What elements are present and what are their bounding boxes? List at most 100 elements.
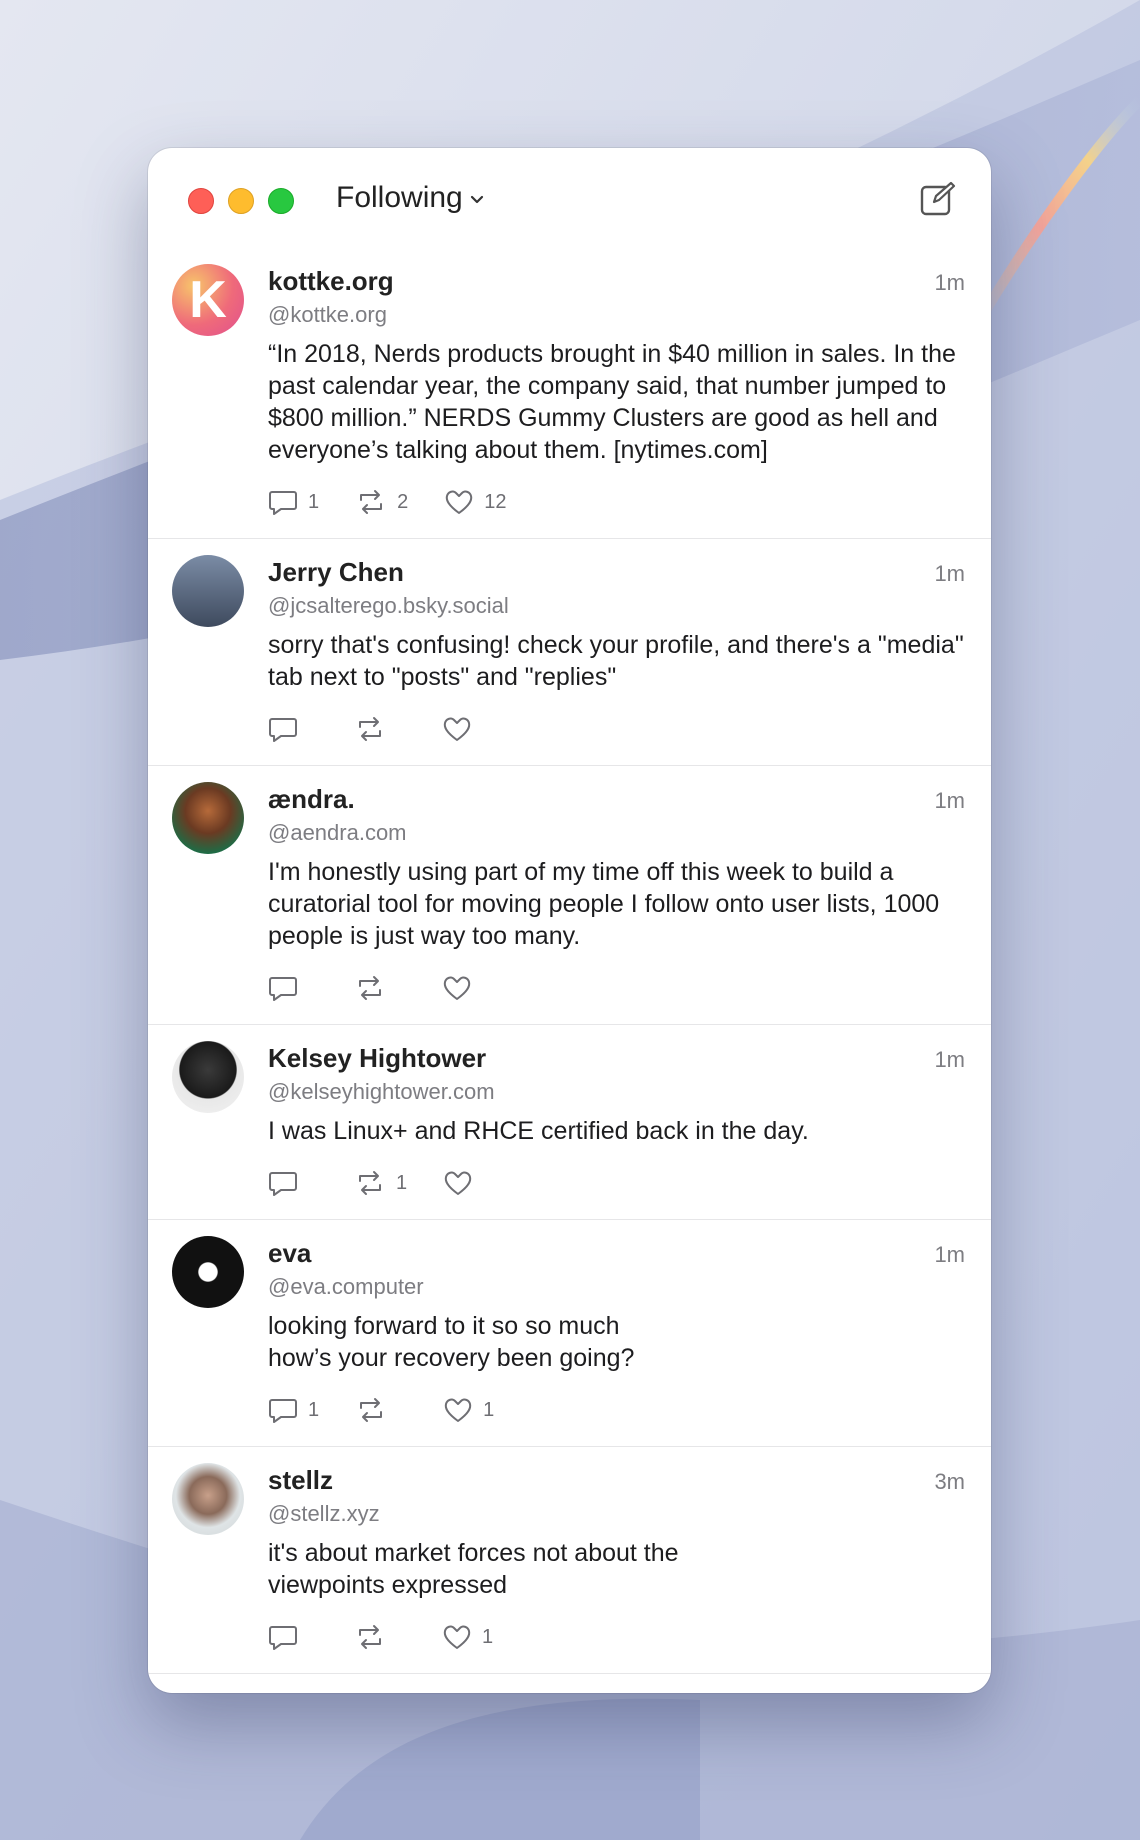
heart-icon — [443, 1625, 471, 1649]
author-handle[interactable]: @aendra.com — [268, 816, 965, 850]
repost-icon — [360, 490, 383, 514]
repost-icon — [360, 1398, 383, 1422]
feed-selector-label: Following — [336, 181, 463, 214]
post-item[interactable]: 3m stellz @stellz.xyz it's about market … — [148, 1447, 991, 1674]
post-text: it's about market forces not about the v… — [268, 1539, 679, 1599]
post-actions — [268, 960, 965, 1024]
post-actions: 1 2 12 — [268, 474, 965, 538]
reply-icon — [269, 1399, 297, 1423]
avatar-letter: K — [189, 271, 227, 329]
author-handle[interactable]: @kelseyhightower.com — [268, 1075, 965, 1109]
like-button[interactable] — [442, 974, 492, 1002]
reply-button[interactable] — [268, 715, 318, 743]
post-text: “In 2018, Nerds products brought in $40 … — [268, 340, 956, 464]
post-item[interactable]: 1m ændra. @aendra.com I'm honestly using… — [148, 766, 991, 1025]
avatar[interactable] — [172, 555, 244, 627]
post-body: kottke.org @kottke.org “In 2018, Nerds p… — [268, 248, 991, 538]
author-name[interactable]: stellz — [268, 1463, 965, 1497]
heart-icon — [443, 717, 471, 741]
reply-icon — [269, 1626, 297, 1650]
zoom-window-button[interactable] — [268, 188, 294, 214]
post-item[interactable]: 1m eva @eva.computer looking forward to … — [148, 1220, 991, 1447]
avatar[interactable] — [172, 782, 244, 854]
author-name[interactable]: kottke.org — [268, 264, 965, 298]
avatar[interactable] — [172, 1463, 244, 1535]
post-text: sorry that's confusing! check your profi… — [268, 631, 964, 691]
repost-button[interactable] — [354, 974, 406, 1002]
author-name[interactable]: ændra. — [268, 782, 965, 816]
heart-icon — [446, 490, 473, 514]
author-name[interactable]: eva — [268, 1236, 965, 1270]
feed-selector[interactable]: Following — [336, 181, 485, 215]
reply-icon — [269, 491, 297, 515]
post-timestamp: 1m — [934, 1047, 965, 1072]
reply-icon — [269, 977, 297, 1001]
compose-icon[interactable] — [919, 180, 957, 218]
reply-icon — [269, 1172, 297, 1196]
like-count: 12 — [484, 490, 507, 513]
like-count: 1 — [483, 1398, 495, 1421]
repost-count: 2 — [397, 490, 409, 513]
avatar[interactable] — [172, 1236, 244, 1308]
like-button[interactable]: 12 — [444, 488, 507, 516]
post-item[interactable]: K 1m kottke.org @kottke.org “In 2018, Ne… — [148, 248, 991, 539]
heart-icon — [444, 1398, 472, 1422]
author-name[interactable]: Jerry Chen — [268, 555, 965, 589]
post-timestamp: 1m — [934, 1242, 965, 1267]
repost-button[interactable] — [354, 1623, 406, 1651]
heart-icon — [444, 1171, 472, 1195]
repost-button[interactable] — [355, 1396, 407, 1424]
heart-icon — [443, 976, 471, 1000]
minimize-window-button[interactable] — [228, 188, 254, 214]
post-actions: 1 1 — [268, 1382, 965, 1446]
chevron-down-icon — [470, 195, 483, 204]
post-text: I was Linux+ and RHCE certified back in … — [268, 1117, 809, 1145]
reply-button[interactable]: 1 — [268, 1396, 319, 1424]
reply-count: 1 — [308, 1398, 320, 1421]
post-item[interactable]: 1m Jerry Chen @jcsalterego.bsky.social s… — [148, 539, 991, 766]
app-window: Following K 1m kottke.org @kottke.org “I… — [148, 148, 991, 1693]
post-body: ændra. @aendra.com I'm honestly using pa… — [268, 766, 991, 1024]
repost-button[interactable]: 1 — [354, 1169, 407, 1197]
author-handle[interactable]: @jcsalterego.bsky.social — [268, 589, 965, 623]
post-body: Kelsey Hightower @kelseyhightower.com I … — [268, 1025, 991, 1219]
repost-count: 1 — [396, 1171, 408, 1194]
author-name[interactable]: Kelsey Hightower — [268, 1041, 965, 1075]
repost-button[interactable] — [354, 715, 406, 743]
post-actions: 1 — [268, 1155, 965, 1219]
post-text: I'm honestly using part of my time off t… — [268, 858, 940, 950]
reply-button[interactable]: 1 — [268, 488, 319, 516]
reply-count: 1 — [308, 490, 320, 513]
repost-icon — [359, 1171, 381, 1195]
reply-icon — [269, 718, 297, 742]
like-button[interactable] — [442, 715, 492, 743]
like-button[interactable] — [443, 1169, 493, 1197]
author-handle[interactable]: @stellz.xyz — [268, 1497, 965, 1531]
post-timestamp: 1m — [934, 788, 965, 813]
like-button[interactable]: 1 — [442, 1623, 493, 1651]
avatar[interactable] — [172, 1041, 244, 1113]
avatar[interactable]: K — [172, 264, 244, 336]
post-body: stellz @stellz.xyz it's about market for… — [268, 1447, 991, 1673]
like-button[interactable]: 1 — [443, 1396, 494, 1424]
post-actions — [268, 701, 965, 765]
post-timestamp: 1m — [934, 561, 965, 586]
post-actions: 1 — [268, 1609, 965, 1673]
post-timestamp: 1m — [934, 270, 965, 295]
repost-icon — [359, 976, 381, 1000]
reply-button[interactable] — [268, 1623, 318, 1651]
title-bar: Following — [148, 148, 991, 248]
repost-icon — [359, 1625, 381, 1649]
post-body: eva @eva.computer looking forward to it … — [268, 1220, 991, 1446]
reply-button[interactable] — [268, 974, 318, 1002]
post-body: Jerry Chen @jcsalterego.bsky.social sorr… — [268, 539, 991, 765]
post-text: looking forward to it so so much how’s y… — [268, 1312, 635, 1372]
repost-button[interactable]: 2 — [355, 488, 408, 516]
author-handle[interactable]: @eva.computer — [268, 1270, 965, 1304]
author-handle[interactable]: @kottke.org — [268, 298, 965, 332]
post-item[interactable]: 1m Kelsey Hightower @kelseyhightower.com… — [148, 1025, 991, 1220]
repost-icon — [359, 717, 381, 741]
reply-button[interactable] — [268, 1169, 318, 1197]
like-count: 1 — [482, 1625, 494, 1648]
close-window-button[interactable] — [188, 188, 214, 214]
